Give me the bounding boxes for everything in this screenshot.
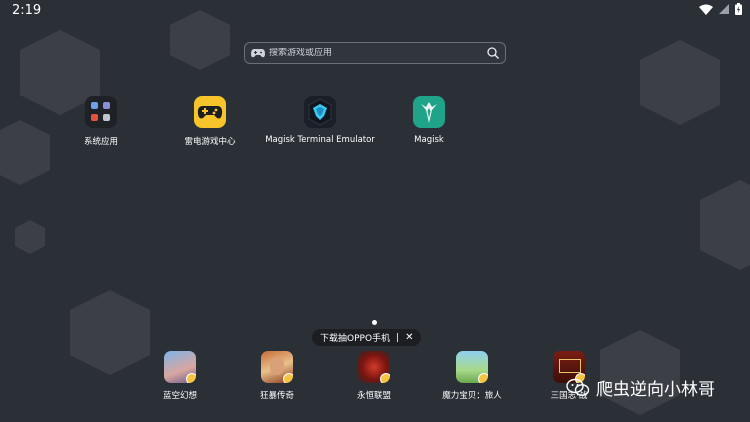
status-bar: 2:19 xyxy=(0,0,750,22)
app-game-center[interactable]: 雷电游戏中心 xyxy=(155,96,265,147)
app-label: 永恒联盟 xyxy=(356,391,391,401)
app-label: 狂暴传奇 xyxy=(259,391,294,401)
dock-app-kuangbao[interactable]: 狂暴传奇 xyxy=(232,351,322,401)
status-icons xyxy=(699,3,742,15)
search-input[interactable] xyxy=(265,48,487,58)
app-label: Magisk Terminal Emulator xyxy=(265,135,375,145)
game-controller-icon xyxy=(194,96,226,128)
dock-app-moli[interactable]: 魔力宝贝：旅人 xyxy=(427,351,517,401)
game-icon xyxy=(164,351,196,383)
app-label: 系统应用 xyxy=(83,137,118,147)
app-label: 雷电游戏中心 xyxy=(184,137,236,147)
promo-divider: | xyxy=(396,332,400,343)
clock: 2:19 xyxy=(12,3,42,18)
app-label: 魔力宝贝：旅人 xyxy=(442,391,502,401)
app-magisk-terminal[interactable]: Magisk Terminal Emulator xyxy=(265,96,375,145)
download-badge-icon xyxy=(380,373,390,383)
app-label: 蓝空幻想 xyxy=(162,391,197,401)
promo-text: 下载抽OPPO手机 xyxy=(320,334,391,344)
download-badge-icon xyxy=(283,373,293,383)
game-icon xyxy=(456,351,488,383)
app-magisk[interactable]: Magisk xyxy=(374,96,484,145)
wechat-icon xyxy=(566,378,590,396)
search-icon[interactable] xyxy=(487,47,499,59)
signal-icon xyxy=(719,4,729,14)
search-bar[interactable] xyxy=(244,42,506,64)
download-badge-icon xyxy=(186,373,196,383)
watermark: 爬虫逆向小林哥 xyxy=(566,375,715,400)
download-badge-icon xyxy=(478,373,488,383)
watermark-text: 爬虫逆向小林哥 xyxy=(596,380,715,400)
dock-app-yongheng[interactable]: 永恒联盟 xyxy=(329,351,419,401)
app-label: Magisk xyxy=(414,135,444,145)
dock-app-lankong[interactable]: 蓝空幻想 xyxy=(135,351,225,401)
game-icon xyxy=(358,351,390,383)
page-indicator xyxy=(372,320,377,325)
game-icon xyxy=(261,351,293,383)
gamepad-icon xyxy=(251,49,265,58)
promo-banner[interactable]: 下载抽OPPO手机 | ✕ xyxy=(312,329,422,346)
wifi-icon xyxy=(699,4,713,15)
magisk-terminal-icon xyxy=(304,96,336,128)
battery-icon xyxy=(735,3,742,15)
magisk-icon xyxy=(413,96,445,128)
app-system-apps[interactable]: 系统应用 xyxy=(46,96,156,147)
close-icon[interactable]: ✕ xyxy=(405,332,413,343)
system-apps-folder-icon xyxy=(85,96,117,128)
